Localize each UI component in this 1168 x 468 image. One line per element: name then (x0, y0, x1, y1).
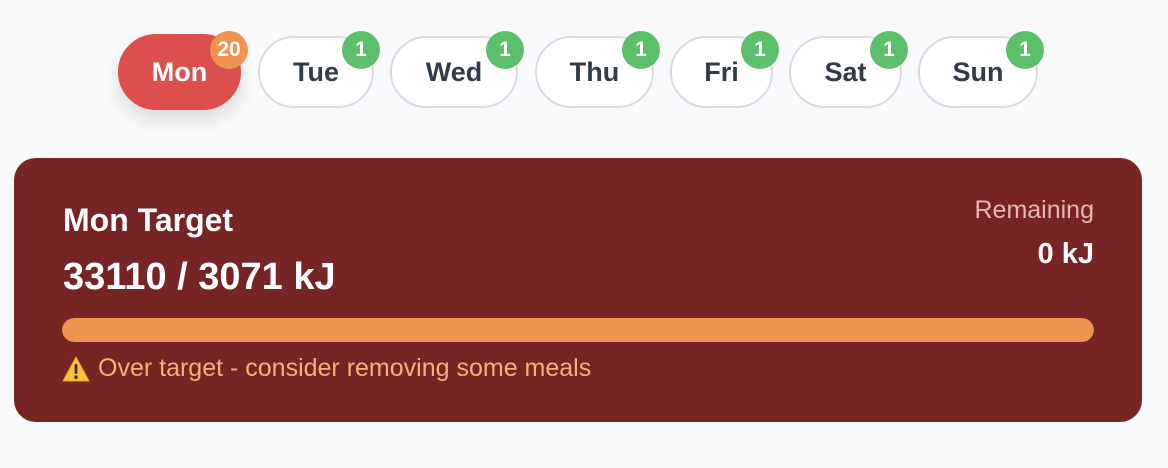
energy-progress-bar (62, 318, 1094, 342)
tab-thu[interactable]: Thu 1 (535, 31, 660, 108)
tab-sun[interactable]: Sun 1 (918, 31, 1044, 108)
tab-label: Sun (952, 56, 1004, 87)
meal-count-badge: 20 (210, 31, 248, 69)
tab-label: Sat (824, 56, 867, 87)
target-title: Mon Target (63, 202, 234, 238)
tab-label: Tue (293, 56, 339, 87)
tab-mon[interactable]: Mon 20 (118, 31, 248, 110)
remaining-label: Remaining (974, 196, 1094, 224)
tab-label: Fri (704, 56, 739, 87)
tab-fri[interactable]: Fri 1 (670, 31, 779, 108)
warning-icon (62, 356, 90, 381)
tab-label: Mon (151, 56, 208, 87)
tab-label: Wed (425, 56, 483, 87)
meal-count-badge: 1 (342, 31, 380, 69)
daily-target-card: Mon Target 33110 / 3071 kJ Remaining 0 k… (14, 158, 1142, 422)
meal-count-badge: 1 (622, 31, 660, 69)
remaining-value: 0 kJ (1037, 238, 1094, 270)
energy-total: 33110 / 3071 kJ (63, 256, 336, 298)
warning-text: Over target - consider removing some mea… (98, 354, 592, 382)
meal-count-badge: 1 (741, 31, 779, 69)
day-tabs: Mon 20 Tue 1 Wed 1 Thu 1 Fri 1 Sat 1 Sun… (0, 31, 1168, 110)
tab-tue[interactable]: Tue 1 (258, 31, 380, 108)
energy-progress-fill (62, 318, 1094, 342)
meal-count-badge: 1 (870, 31, 908, 69)
tab-sat[interactable]: Sat 1 (789, 31, 908, 108)
meal-count-badge: 1 (486, 31, 524, 69)
tab-label: Thu (569, 56, 620, 87)
meal-count-badge: 1 (1006, 31, 1044, 69)
over-target-warning: Over target - consider removing some mea… (62, 354, 591, 383)
tab-wed[interactable]: Wed 1 (390, 31, 524, 108)
